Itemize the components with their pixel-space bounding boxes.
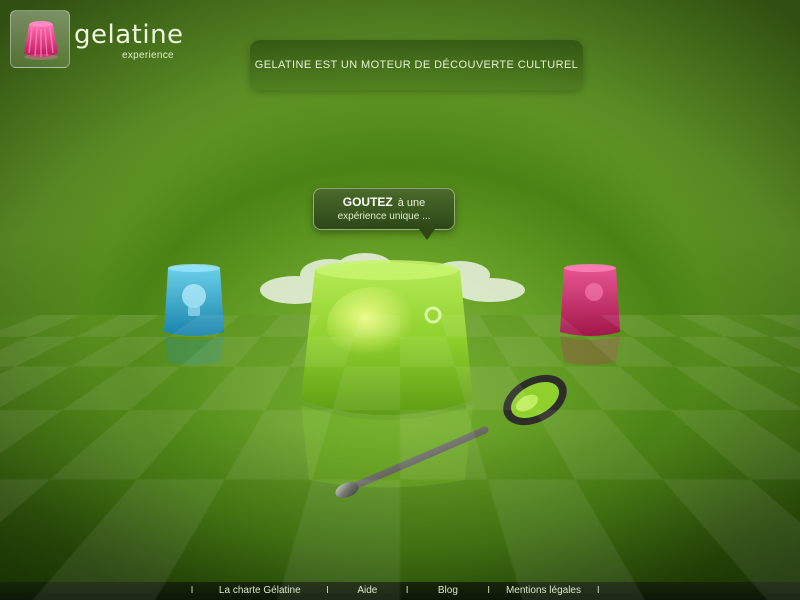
pink-jelly-icon [10,10,70,68]
footer-link-charte[interactable]: La charte Gélatine [197,585,323,596]
footer-separator: I [596,585,600,596]
brand-title: gelatine [74,20,184,50]
footer-nav: I La charte Gélatine I Aide I Blog I Men… [190,585,600,596]
footer-separator: I [487,585,491,596]
bubble-line1: à une [398,197,426,209]
speech-bubble: GOUTEZ à une expérience unique ... [313,188,455,230]
footer-link-aide[interactable]: Aide [332,585,402,596]
brand-logo[interactable]: gelatine experience [10,10,170,70]
footer-link-mentions-legales[interactable]: Mentions légales [493,585,593,596]
brand-subtitle: experience [122,50,174,61]
spoon-decoration [335,370,575,505]
bubble-line2: expérience unique ... [314,211,454,222]
tagline-text: GELATINE EST UN MOTEUR DE DÉCOUVERTE CUL… [250,59,583,71]
footer-separator: I [405,585,409,596]
footer-separator: I [326,585,330,596]
footer-link-blog[interactable]: Blog [412,585,484,596]
pink-jelly[interactable] [556,262,624,372]
bubble-strong-text: GOUTEZ [343,195,393,209]
footer-bar: I La charte Gélatine I Aide I Blog I Men… [0,582,800,600]
tagline-bar: GELATINE EST UN MOTEUR DE DÉCOUVERTE CUL… [250,40,583,90]
footer-separator: I [190,585,194,596]
blue-jelly-lightbulb[interactable] [160,262,228,372]
